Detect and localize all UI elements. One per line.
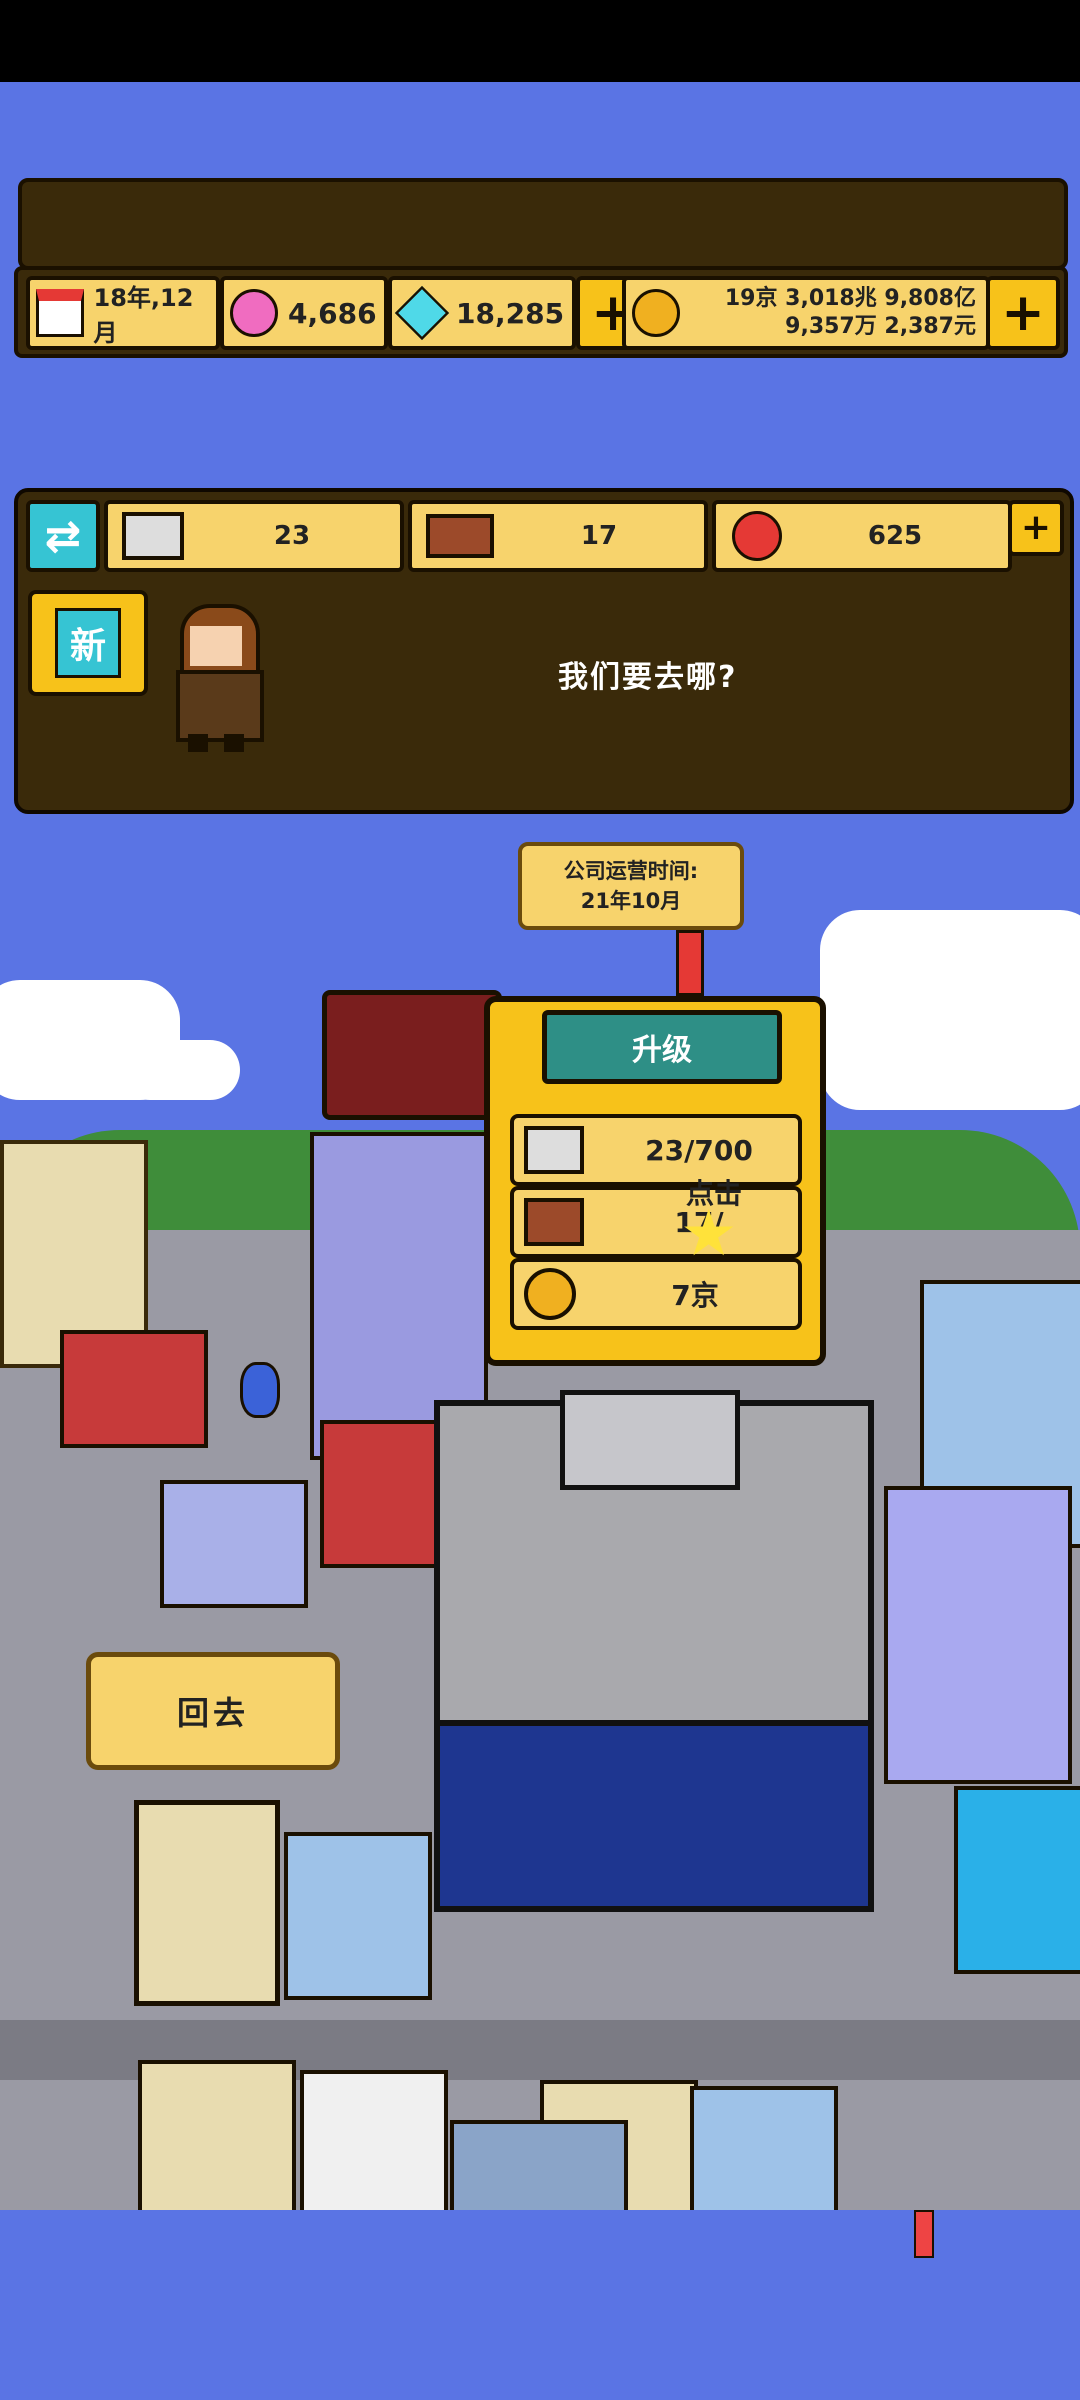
brick-icon — [524, 1198, 584, 1246]
buy-resources-plus-button[interactable]: + — [1008, 500, 1064, 556]
calendar-icon — [36, 289, 84, 337]
food-resource: 625 — [712, 500, 1012, 572]
pink-gem-counter: 4,686 — [220, 276, 388, 350]
steel-requirement: 23/700 — [510, 1114, 802, 1186]
plus-icon: + — [1001, 283, 1045, 343]
swap-icon: ⇄ — [44, 510, 82, 562]
date-display: 18年,12月 — [26, 276, 220, 350]
new-button[interactable]: 新 — [28, 590, 148, 696]
marker-icon — [914, 2210, 934, 2258]
top-status-band — [0, 0, 1080, 82]
coin-icon — [632, 289, 680, 337]
blue-gem-icon — [394, 285, 450, 341]
brick-resource: 17 — [408, 500, 708, 572]
plus-icon: + — [1020, 507, 1052, 548]
buy-money-plus-button[interactable]: + — [986, 276, 1060, 350]
brick-icon — [426, 514, 494, 558]
steel-beam-icon — [524, 1126, 584, 1174]
antenna-icon — [676, 930, 704, 996]
header-resource-bar: 18年,12月 4,686 18,285 + 19京 3,018兆 9,808亿… — [14, 266, 1068, 358]
steel-resource: 23 — [104, 500, 404, 572]
upgrade-button[interactable]: 升级 — [542, 1010, 782, 1084]
coin-icon — [524, 1268, 576, 1320]
company-sign — [322, 990, 502, 1120]
upgrade-popup[interactable]: 升级 23/700 17/ 7京 点击 ★ — [484, 996, 826, 1366]
money-counter: 19京 3,018兆 9,808亿 9,357万 2,387元 — [622, 276, 990, 350]
coin-requirement: 7京 — [510, 1258, 802, 1330]
steel-beam-icon — [122, 512, 184, 560]
pink-gem-icon — [230, 289, 278, 337]
dialog-panel: ⇄ 23 17 625 + 新 我们要去哪? — [14, 488, 1074, 814]
swap-button[interactable]: ⇄ — [26, 500, 100, 572]
blue-gem-counter: 18,285 — [388, 276, 576, 350]
dialog-speech-text: 我们要去哪? — [558, 660, 738, 695]
brick-requirement: 17/ — [510, 1186, 802, 1258]
back-button[interactable]: 回去 — [86, 1652, 340, 1770]
star-icon[interactable]: ★ — [680, 1202, 737, 1266]
apple-icon — [732, 511, 782, 561]
secretary-avatar — [166, 604, 266, 754]
top-banner — [18, 178, 1068, 270]
company-time-tooltip: 公司运营时间: 21年10月 — [518, 842, 744, 930]
